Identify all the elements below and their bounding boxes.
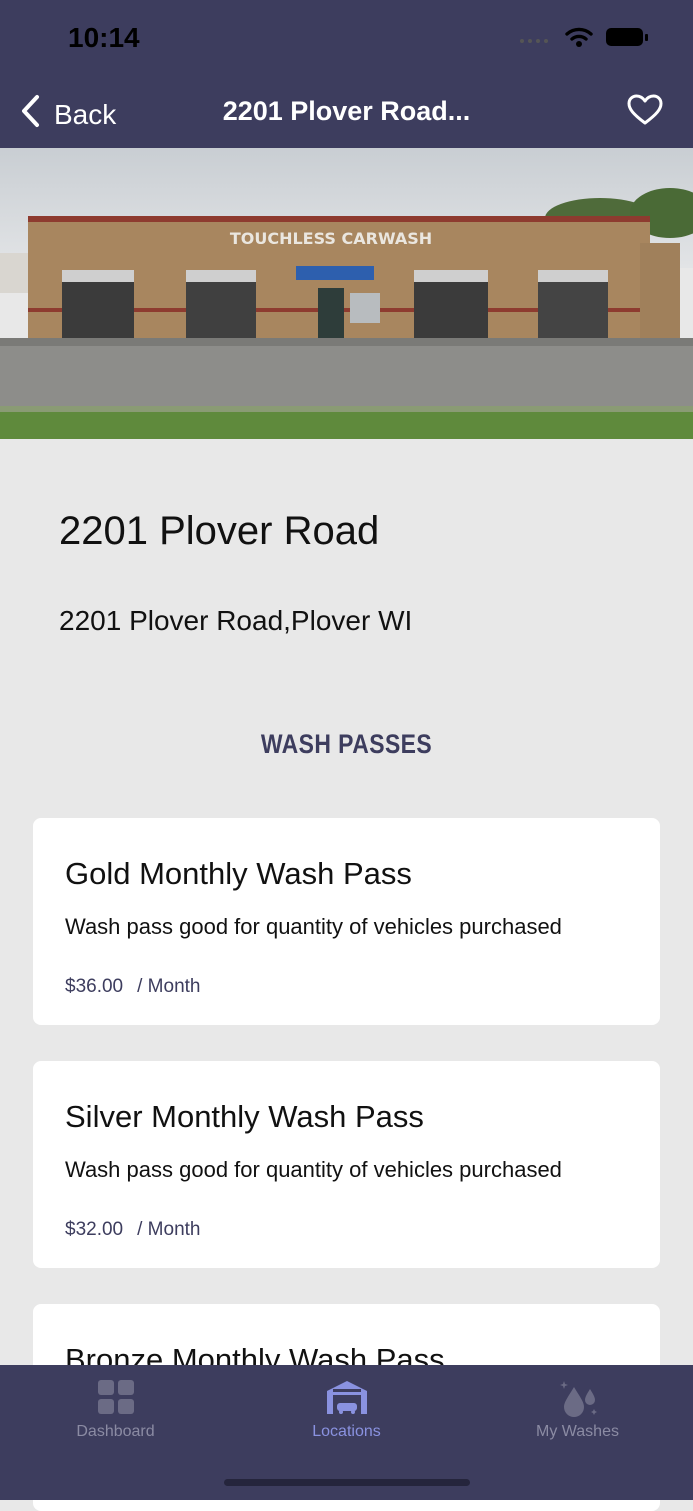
tab-locations[interactable]: Locations [231, 1365, 462, 1465]
pass-description: Wash pass good for quantity of vehicles … [65, 914, 562, 939]
status-time: 10:14 [68, 22, 140, 53]
pass-price-row: $36.00 / Month [65, 976, 201, 998]
carwash-sign: TOUCHLESS CARWASH [230, 229, 432, 248]
water-drops-icon [462, 1379, 693, 1417]
tab-my-washes[interactable]: My Washes [462, 1365, 693, 1465]
signal-icon [519, 31, 553, 49]
wifi-icon [565, 26, 593, 53]
heart-icon [627, 94, 663, 130]
location-photo: TOUCHLESS CARWASH [0, 148, 693, 439]
pass-price: $36.00 [65, 976, 124, 997]
tab-dashboard[interactable]: Dashboard [0, 1365, 231, 1465]
tab-label: My Washes [536, 1423, 619, 1440]
navigation-bar: Back 2201 Plover Road... [0, 80, 693, 148]
pass-price: $32.00 [65, 1219, 124, 1240]
battery-icon [605, 26, 649, 53]
wash-passes-heading: WASH PASSES [260, 729, 433, 759]
pass-period: / Month [137, 976, 201, 997]
pass-name: Gold Monthly Wash Pass [65, 856, 412, 891]
grid-icon [0, 1379, 231, 1417]
page-title: 2201 Plover Road... [222, 96, 471, 126]
pass-period: / Month [137, 1219, 201, 1240]
favorite-button[interactable] [627, 94, 663, 131]
tab-label: Dashboard [76, 1423, 155, 1440]
wash-pass-card[interactable]: Silver Monthly Wash Pass Wash pass good … [33, 1061, 660, 1268]
status-icons [519, 26, 649, 53]
pass-description: Wash pass good for quantity of vehicles … [65, 1157, 562, 1182]
location-address: 2201 Plover Road,Plover WI [59, 605, 413, 636]
pass-price-row: $32.00 / Month [65, 1219, 201, 1241]
location-name: 2201 Plover Road [59, 509, 380, 553]
tab-label: Locations [312, 1423, 381, 1440]
carwash-building-icon [231, 1379, 462, 1417]
wash-pass-card[interactable]: Gold Monthly Wash Pass Wash pass good fo… [33, 818, 660, 1025]
pass-name: Silver Monthly Wash Pass [65, 1099, 424, 1134]
home-indicator [224, 1479, 470, 1486]
status-bar: 10:14 [0, 0, 693, 80]
tab-bar: Dashboard Locations My Washes [0, 1365, 693, 1500]
